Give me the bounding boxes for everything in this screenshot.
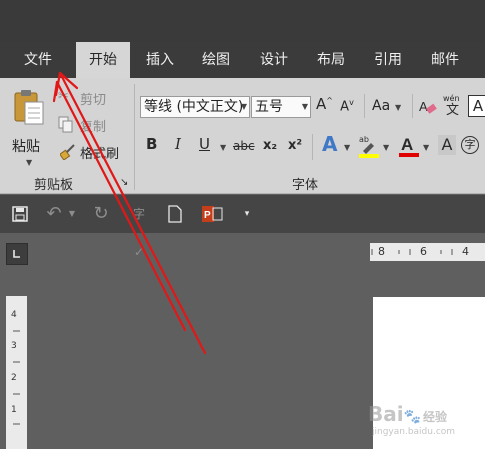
tab-layout[interactable]: 布局 <box>307 42 355 78</box>
watermark-brand-suffix: 经验 <box>423 410 448 424</box>
tab-references[interactable]: 引用 <box>364 42 412 78</box>
spelling-check-icon[interactable]: 字✓ <box>128 195 150 259</box>
publish-pdf-icon[interactable]: P <box>198 195 226 233</box>
tab-mailings[interactable]: 邮件 <box>421 42 469 78</box>
ribbon-tab-bar: 文件 开始 插入 绘图 设计 布局 引用 邮件 <box>0 42 485 78</box>
tab-home[interactable]: 开始 <box>76 42 130 78</box>
title-bar <box>0 0 485 42</box>
phonetic-guide-button[interactable]: wén 文 <box>443 94 465 120</box>
format-painter-label: 格式刷 <box>80 147 120 162</box>
shrink-font-icon[interactable]: Av <box>339 99 355 114</box>
font-color-icon[interactable]: A <box>398 133 420 159</box>
text-effects-dropdown-icon[interactable]: ▼ <box>344 143 350 152</box>
character-border-icon[interactable]: A <box>468 95 485 117</box>
font-name-combobox[interactable]: 等线 (中文正文) ▼ <box>140 96 250 118</box>
save-icon[interactable] <box>8 195 32 233</box>
paste-dropdown-icon[interactable]: ▼ <box>26 158 32 167</box>
dialog-launcher-icon[interactable]: ↘ <box>120 178 128 188</box>
horizontal-ruler[interactable]: 8 6 4 <box>370 243 485 261</box>
change-case-dropdown-icon[interactable]: ▼ <box>395 103 401 112</box>
cut-button[interactable]: ✂ 剪切 <box>58 88 120 108</box>
format-painter-button[interactable]: 格式刷 <box>58 142 128 162</box>
watermark-logo: Bai🐾 经验 <box>368 402 448 426</box>
undo-icon[interactable]: ↶ <box>44 195 64 233</box>
copy-label: 复制 <box>80 120 107 135</box>
vertical-ruler[interactable]: 4 3 2 1 <box>6 296 27 449</box>
tab-insert[interactable]: 插入 <box>136 42 184 78</box>
copy-icon <box>58 116 73 133</box>
svg-text:A: A <box>419 99 428 114</box>
font-color-dropdown-icon[interactable]: ▼ <box>423 143 429 152</box>
font-size-dropdown-icon[interactable]: ▼ <box>302 97 308 117</box>
enclose-characters-icon[interactable]: 字 <box>461 136 479 154</box>
svg-text:P: P <box>204 210 211 221</box>
underline-button[interactable]: U <box>199 137 210 152</box>
highlight-icon[interactable]: ab <box>357 133 381 159</box>
highlight-dropdown-icon[interactable]: ▼ <box>383 143 389 152</box>
strikethrough-button[interactable]: abc <box>233 140 255 152</box>
redo-icon[interactable]: ↻ <box>90 195 112 233</box>
clipboard-group-label: 剪贴板 <box>34 178 74 193</box>
watermark-brand: Bai <box>368 402 404 426</box>
change-case-button[interactable]: Aa ▼ <box>370 96 404 118</box>
subscript-button[interactable]: x₂ <box>263 139 277 152</box>
bold-button[interactable]: B <box>146 137 157 152</box>
font-row-separator <box>412 94 413 118</box>
paste-label: 粘贴 <box>12 139 40 155</box>
paste-button[interactable]: 粘贴 ▼ <box>8 86 48 167</box>
tab-selector[interactable] <box>6 243 28 265</box>
watermark-url: jingyan.baidu.com <box>372 427 456 437</box>
tab-design[interactable]: 设计 <box>250 42 298 78</box>
svg-text:A: A <box>401 135 413 154</box>
ribbon-home: 粘贴 ▼ ✂ 剪切 复制 格式刷 剪贴板 ↘ 等线 (中文正文) ▼ 五号 ▼ … <box>0 78 485 194</box>
text-effects-icon[interactable]: A <box>322 134 337 154</box>
paintbrush-icon <box>60 144 75 160</box>
word-window: 文件 开始 插入 绘图 设计 布局 引用 邮件 粘贴 ▼ ✂ 剪切 复制 格式刷… <box>0 0 485 449</box>
new-document-icon[interactable] <box>164 195 186 233</box>
font-group-label: 字体 <box>292 178 319 193</box>
character-shading-icon[interactable]: A <box>438 135 456 155</box>
tab-draw[interactable]: 绘图 <box>192 42 240 78</box>
superscript-button[interactable]: x² <box>288 139 302 152</box>
svg-text:ab: ab <box>359 135 369 144</box>
font-row-separator <box>312 134 313 160</box>
customize-toolbar-icon[interactable]: ▾ <box>240 195 254 233</box>
copy-button[interactable]: 复制 <box>58 115 120 135</box>
font-size-combobox[interactable]: 五号 ▼ <box>251 96 311 118</box>
grow-font-icon[interactable]: A^ <box>316 97 333 112</box>
font-name-value: 等线 (中文正文) <box>144 99 244 115</box>
underline-dropdown-icon[interactable]: ▼ <box>220 143 226 152</box>
cut-label: 剪切 <box>80 93 107 108</box>
scissors-icon: ✂ <box>58 89 69 104</box>
phonetic-char-icon: 文 <box>446 103 460 118</box>
tab-file[interactable]: 文件 <box>12 42 64 78</box>
font-name-dropdown-icon[interactable]: ▼ <box>241 97 247 117</box>
clipboard-icon <box>14 90 44 125</box>
phonetic-guide-label: wén <box>443 94 460 103</box>
font-size-value: 五号 <box>255 99 283 115</box>
font-row-separator <box>364 94 365 118</box>
group-separator <box>134 84 135 190</box>
clear-formatting-icon[interactable]: A <box>418 97 438 117</box>
undo-dropdown-icon[interactable]: ▼ <box>66 195 78 233</box>
quick-access-toolbar: ↶ ▼ ↻ 字✓ P ▾ <box>0 195 485 259</box>
italic-button[interactable]: I <box>175 137 181 152</box>
change-case-label: Aa <box>372 98 391 114</box>
